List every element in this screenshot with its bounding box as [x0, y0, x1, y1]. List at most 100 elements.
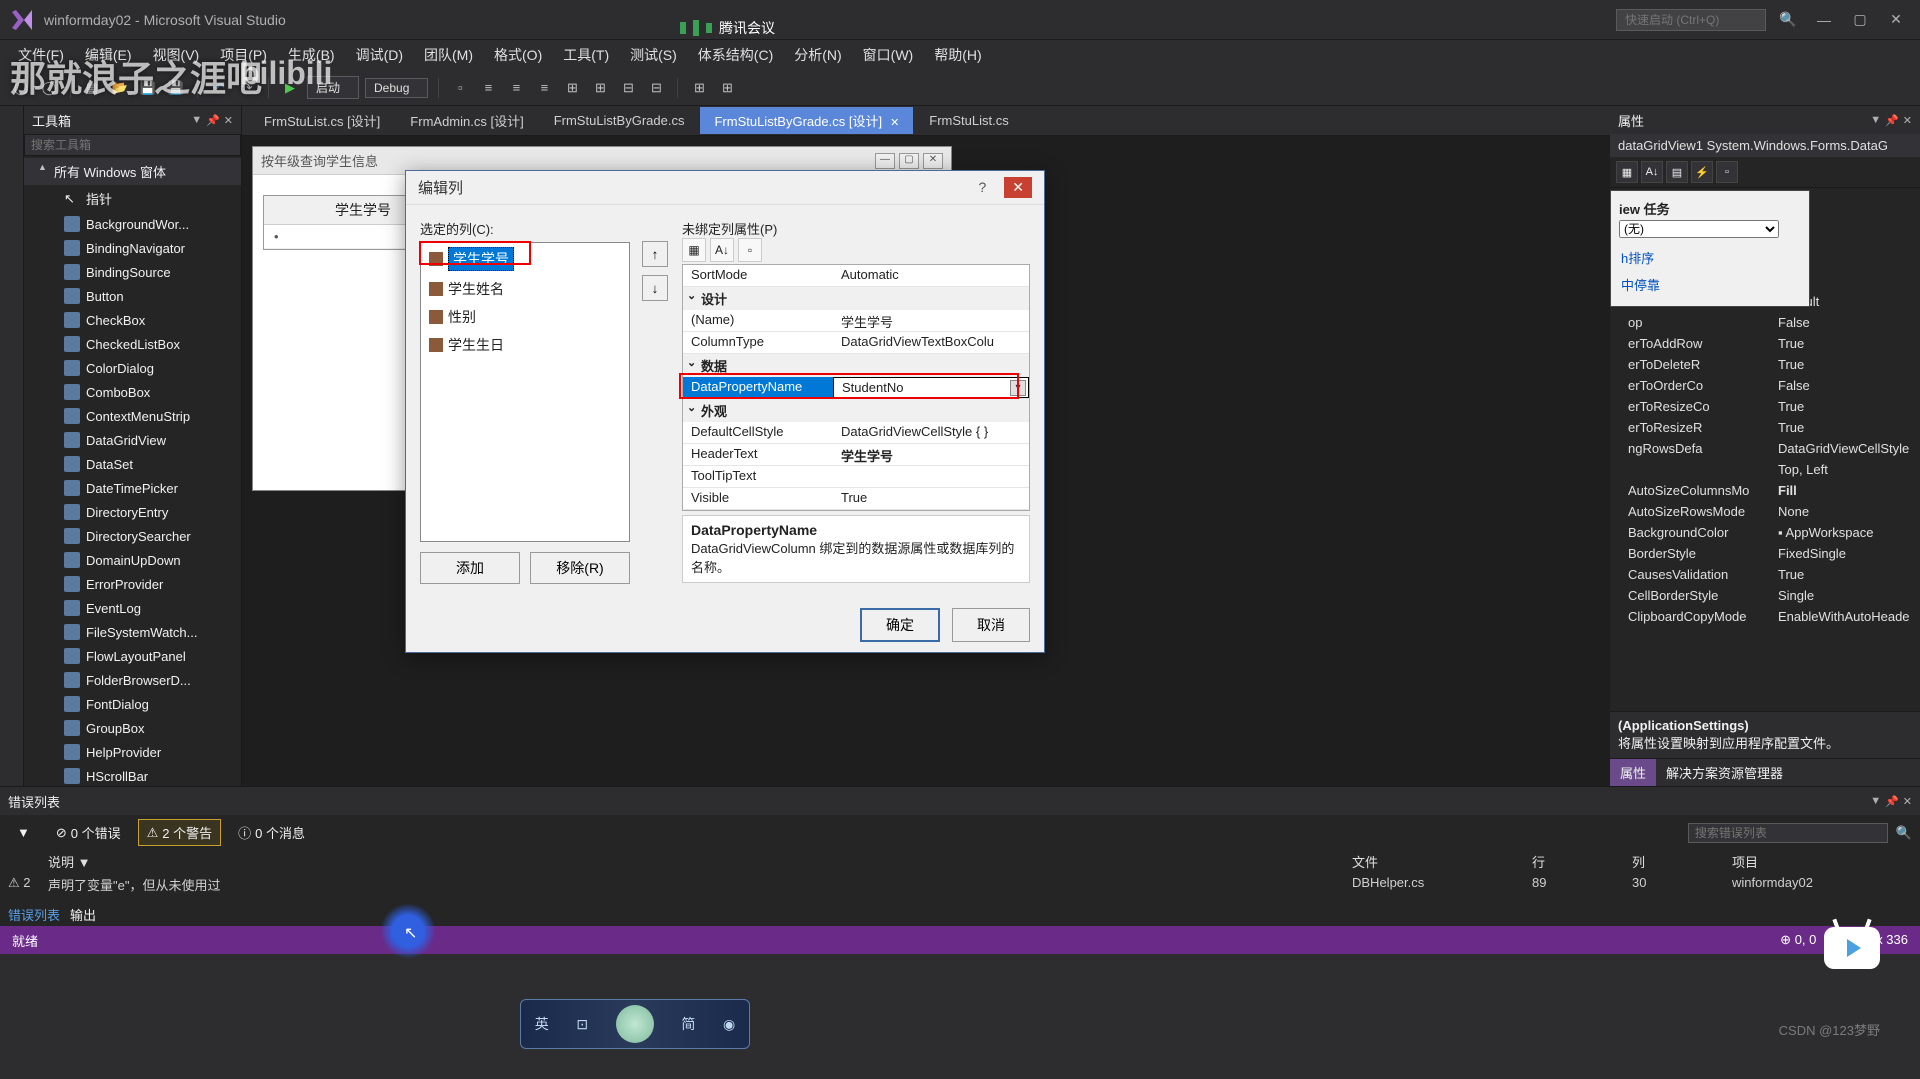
toolbox-item[interactable]: DataSet [24, 452, 241, 476]
prop-row[interactable]: ClipboardCopyModeEnableWithAutoHeade [1610, 606, 1920, 627]
col-col[interactable]: 列 [1632, 852, 1732, 871]
tab-0[interactable]: FrmStuList.cs [设计] [250, 107, 394, 134]
toolbox-item[interactable]: FontDialog [24, 692, 241, 716]
toolbox-item[interactable]: Button [24, 284, 241, 308]
toolbox-item[interactable]: BackgroundWor... [24, 212, 241, 236]
error-row[interactable]: ⚠ 2 声明了变量"e"，但从未使用过 DBHelper.cs 89 30 wi… [0, 873, 1920, 896]
col-desc[interactable]: 说明 ▼ [48, 852, 1352, 871]
errors-filter[interactable]: ⊘ 0 个错误 [47, 819, 130, 846]
menu-view[interactable]: 视图(V) [145, 42, 208, 68]
pin-icon[interactable]: 📌 [206, 114, 220, 127]
saveall-icon[interactable]: 💾 [165, 77, 187, 99]
close-icon[interactable]: ✕ [224, 114, 233, 127]
messages-filter[interactable]: ⓘ 0 个消息 [229, 819, 314, 846]
errorlist-search[interactable] [1688, 823, 1888, 843]
menu-build[interactable]: 生成(B) [280, 42, 343, 68]
toolbox-item[interactable]: ContextMenuStrip [24, 404, 241, 428]
prop-row[interactable]: BorderStyleFixedSingle [1610, 543, 1920, 564]
grid-icon[interactable]: ⊞ [688, 77, 710, 99]
prop-row[interactable]: erToAddRowTrue [1610, 333, 1920, 354]
toolbox-item[interactable]: ↖指针 [24, 185, 241, 212]
menu-edit[interactable]: 编辑(E) [77, 42, 140, 68]
cancel-button[interactable]: 取消 [952, 608, 1030, 642]
dropdown-icon[interactable]: ▾ [1010, 380, 1026, 396]
smart-tag-panel[interactable]: iew 任务 (无) h排序 中停靠 [1610, 190, 1810, 307]
start-debug-icon[interactable]: ▶ [279, 77, 301, 99]
cw-min-icon[interactable]: — [875, 153, 895, 169]
list-item[interactable]: 性别 [421, 303, 629, 331]
errorlist-tab[interactable]: 错误列表 [8, 905, 60, 924]
menu-window[interactable]: 窗口(W) [855, 42, 922, 68]
cw-close-icon[interactable]: ✕ [923, 153, 943, 169]
page-icon[interactable]: ▫ [1716, 161, 1738, 183]
cat-icon[interactable]: ▦ [1616, 161, 1638, 183]
move-up-button[interactable]: ↑ [642, 241, 668, 267]
grid2-icon[interactable]: ⊞ [716, 77, 738, 99]
menu-debug[interactable]: 调试(D) [348, 42, 411, 68]
align5-icon[interactable]: ⊞ [561, 77, 583, 99]
toolbox-item[interactable]: FlowLayoutPanel [24, 644, 241, 668]
col-line[interactable]: 行 [1532, 852, 1632, 871]
smart-select[interactable]: (无) [1619, 220, 1779, 238]
toolbox-item[interactable]: DomainUpDown [24, 548, 241, 572]
align7-icon[interactable]: ⊟ [617, 77, 639, 99]
toolbox-item[interactable]: ErrorProvider [24, 572, 241, 596]
page-icon[interactable]: ▫ [738, 238, 762, 262]
menu-file[interactable]: 文件(F) [10, 42, 72, 68]
dialog-close-icon[interactable]: ✕ [1004, 177, 1032, 198]
bilibili-play-icon[interactable] [1824, 927, 1880, 969]
toolbox-category[interactable]: 所有 Windows 窗体 [24, 158, 241, 185]
prop-row[interactable]: erToResizeCoTrue [1610, 396, 1920, 417]
property-object[interactable]: dataGridView1 System.Windows.Forms.DataG [1610, 134, 1920, 157]
align-icon[interactable]: ▫ [449, 77, 471, 99]
toolbox-item[interactable]: FileSystemWatch... [24, 620, 241, 644]
toolbox-item[interactable]: ComboBox [24, 380, 241, 404]
menu-analyze[interactable]: 分析(N) [786, 42, 849, 68]
prop-row[interactable]: AutoSizeColumnsMoFill [1610, 480, 1920, 501]
col-file[interactable]: 文件 [1352, 852, 1532, 871]
warnings-filter[interactable]: ⚠ 2 个警告 [138, 819, 222, 846]
columns-list[interactable]: 学生学号 学生姓名 性别 学生生日 [420, 242, 630, 542]
toolbox-item[interactable]: FolderBrowserD... [24, 668, 241, 692]
prop-row[interactable]: CellBorderStyleSingle [1610, 585, 1920, 606]
smart-link[interactable]: 中停靠 [1619, 271, 1801, 298]
list-item[interactable]: 学生姓名 [421, 275, 629, 303]
align4-icon[interactable]: ≡ [533, 77, 555, 99]
col-proj[interactable]: 项目 [1732, 852, 1912, 871]
close-icon[interactable]: ✕ [1903, 795, 1912, 808]
search-icon[interactable]: 🔍 [1896, 825, 1912, 841]
redo-icon[interactable]: ↷ [236, 77, 258, 99]
prop-row[interactable]: AutoSizeRowsModeNone [1610, 501, 1920, 522]
prop-row[interactable]: erToDeleteRTrue [1610, 354, 1920, 375]
toolbox-item[interactable]: GroupBox [24, 716, 241, 740]
az-icon[interactable]: A↓ [710, 238, 734, 262]
prop-tab-2[interactable]: 解决方案资源管理器 [1656, 759, 1793, 786]
menu-format[interactable]: 格式(O) [486, 42, 550, 68]
close-button[interactable]: ✕ [1882, 11, 1910, 28]
dropdown-icon[interactable]: ▼ [1870, 795, 1881, 808]
toolbox-item[interactable]: EventLog [24, 596, 241, 620]
help-icon[interactable]: ? [970, 177, 994, 198]
prop-row[interactable]: erToOrderCoFalse [1610, 375, 1920, 396]
open-icon[interactable]: 📂 [109, 77, 131, 99]
toolbox-item[interactable]: BindingNavigator [24, 236, 241, 260]
toolbox-item[interactable]: DateTimePicker [24, 476, 241, 500]
prop-row[interactable]: BackgroundColor▪ AppWorkspace [1610, 522, 1920, 543]
toolbox-item[interactable]: CheckedListBox [24, 332, 241, 356]
cat-icon[interactable]: ▦ [682, 238, 706, 262]
align6-icon[interactable]: ⊞ [589, 77, 611, 99]
list-item[interactable]: 学生生日 [421, 331, 629, 359]
toolbox-item[interactable]: CheckBox [24, 308, 241, 332]
pin-icon[interactable]: 📌 [1885, 795, 1899, 808]
prop-row[interactable]: CausesValidationTrue [1610, 564, 1920, 585]
remove-button[interactable]: 移除(R) [530, 552, 630, 584]
prop-icon[interactable]: ▤ [1666, 161, 1688, 183]
prop-row[interactable]: ngRowsDefaDataGridViewCellStyle [1610, 438, 1920, 459]
ok-button[interactable]: 确定 [860, 608, 940, 642]
output-tab[interactable]: 输出 [70, 905, 96, 924]
pin-icon[interactable]: 📌 [1885, 114, 1899, 127]
toolbox-item[interactable]: DirectoryEntry [24, 500, 241, 524]
az-icon[interactable]: A↓ [1641, 161, 1663, 183]
prop-row[interactable]: Top, Left [1610, 459, 1920, 480]
menu-project[interactable]: 项目(P) [212, 42, 275, 68]
